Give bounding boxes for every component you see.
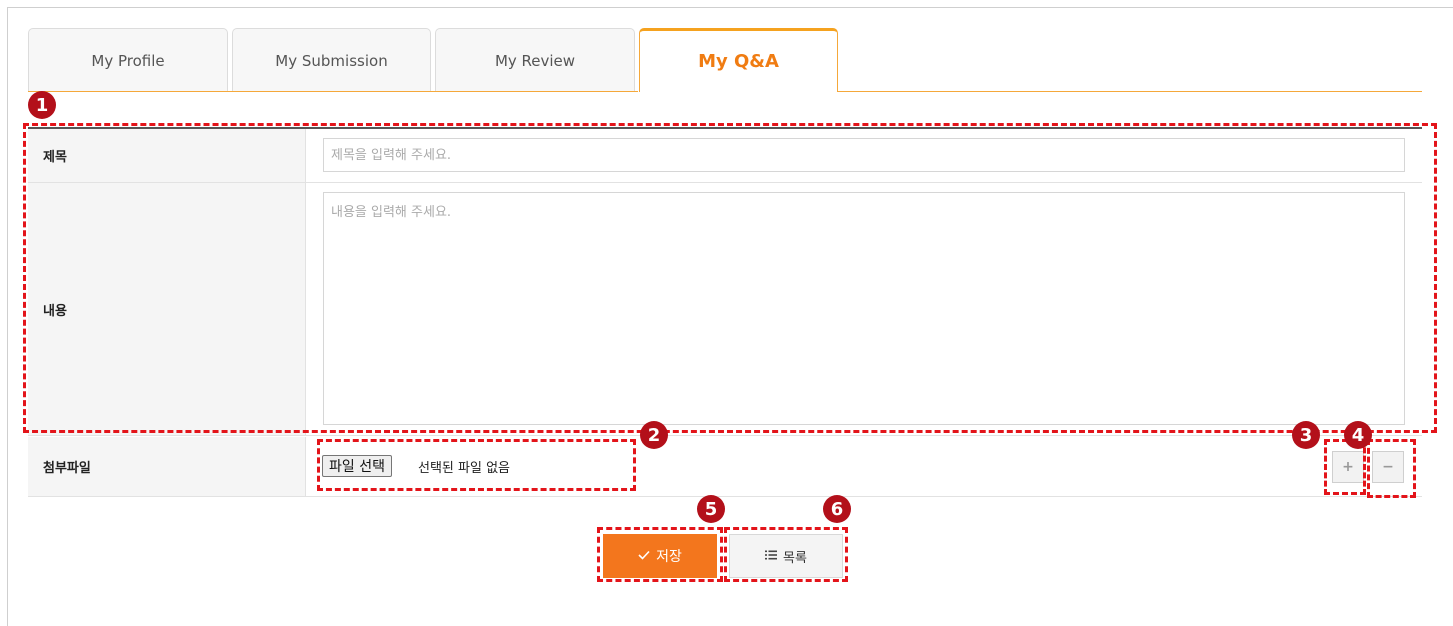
annotation-badge-4: 4: [1344, 421, 1372, 449]
annotation-badge-2: 2: [640, 421, 668, 449]
annotation-badge-1: 1: [28, 91, 56, 119]
list-label: 목록: [783, 550, 807, 566]
tab-underline: [837, 91, 1422, 92]
annotation-badge-3: 3: [1292, 421, 1320, 449]
list-icon: [765, 549, 778, 564]
tab-my-review[interactable]: My Review: [435, 28, 635, 92]
minus-icon: −: [1382, 459, 1394, 475]
file-select-button[interactable]: 파일 선택: [322, 455, 392, 477]
save-label: 저장: [656, 549, 682, 565]
tab-my-profile[interactable]: My Profile: [28, 28, 228, 92]
annotation-badge-5: 5: [697, 495, 725, 523]
annotation-badge-6: 6: [823, 495, 851, 523]
tab-my-submission[interactable]: My Submission: [232, 28, 431, 92]
tab-underline-left: [28, 91, 638, 92]
add-file-button[interactable]: +: [1332, 451, 1364, 483]
title-input[interactable]: [323, 138, 1405, 172]
save-button[interactable]: 저장: [603, 534, 717, 578]
plus-icon: +: [1342, 459, 1354, 475]
file-status-text: 선택된 파일 없음: [418, 461, 510, 476]
attachment-row: 첨부파일: [28, 437, 1422, 497]
check-icon: [638, 548, 650, 564]
content-label: 내용: [28, 183, 306, 435]
title-label: 제목: [28, 129, 306, 182]
attachment-label: 첨부파일: [28, 437, 306, 496]
content-textarea[interactable]: [323, 192, 1405, 425]
list-button[interactable]: 목록: [729, 534, 843, 578]
remove-file-button[interactable]: −: [1372, 451, 1404, 483]
tab-my-qa[interactable]: My Q&A: [639, 28, 838, 92]
